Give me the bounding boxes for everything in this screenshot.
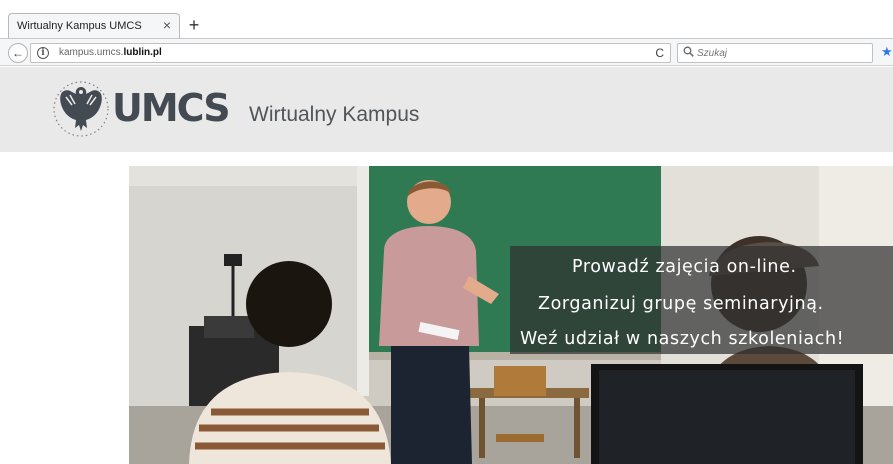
umcs-logo-text[interactable]: UMCS [112, 86, 231, 130]
site-title: Wirtualny Kampus [249, 103, 420, 126]
search-box[interactable] [677, 43, 873, 63]
address-bar[interactable]: i kampus.umcs.lublin.pl C [30, 43, 671, 63]
bookmark-star-icon[interactable]: ★ [881, 44, 893, 60]
url-host: kampus.umcs. [59, 47, 124, 58]
plus-icon[interactable]: + [183, 14, 205, 36]
hero-caption: Prowadź zajęcia on-line. Zorganizuj grup… [510, 246, 893, 354]
caption-line: Prowadź zajęcia on-line. [572, 257, 797, 277]
site-header: UMCS Wirtualny Kampus [0, 67, 893, 152]
back-arrow-icon[interactable]: ← [8, 43, 28, 63]
tab-bar: Wirtualny Kampus UMCS × + [0, 0, 893, 38]
url-domain: lublin.pl [123, 47, 162, 58]
browser-tab[interactable]: Wirtualny Kampus UMCS × [8, 13, 180, 38]
caption-line: Weź udział w naszych szkoleniach! [520, 329, 845, 349]
url-text[interactable]: kampus.umcs.lublin.pl [59, 47, 162, 58]
search-icon [683, 46, 694, 60]
reload-icon[interactable]: C [655, 46, 664, 60]
navigation-bar: ← i kampus.umcs.lublin.pl C ★ [0, 38, 893, 66]
caption-line: Zorganizuj grupę seminaryjną. [538, 294, 824, 314]
search-input[interactable] [697, 46, 867, 60]
hero-banner: Prowadź zajęcia on-line. Zorganizuj grup… [129, 166, 893, 464]
eagle-emblem-icon[interactable] [50, 79, 112, 139]
info-icon[interactable]: i [37, 47, 49, 59]
tab-title: Wirtualny Kampus UMCS [17, 20, 142, 32]
close-icon[interactable]: × [163, 17, 171, 33]
